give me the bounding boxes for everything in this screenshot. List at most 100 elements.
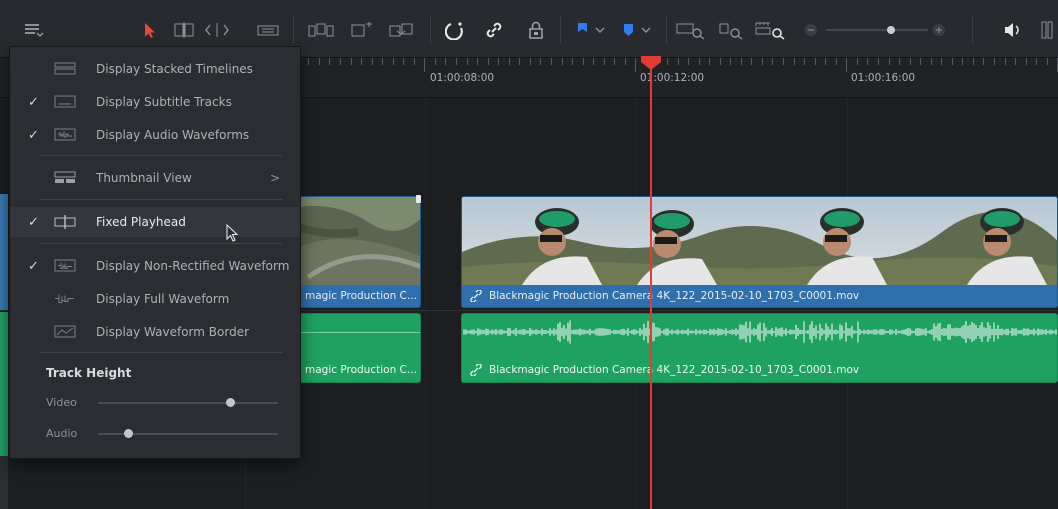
checkmark-icon: ✓	[28, 127, 39, 143]
lock-icon	[529, 21, 543, 39]
video-clip-filename: Blackmagic Production Camera 4K_122_2015…	[489, 290, 860, 302]
toolbar-divider	[972, 16, 973, 44]
ruler-tick	[351, 58, 352, 65]
ruler-tick	[667, 58, 668, 65]
ruler-tick	[593, 58, 594, 65]
video-track-height-slider[interactable]	[98, 397, 278, 409]
trim-edit-mode-button[interactable]	[172, 20, 196, 40]
waveform-border-icon	[54, 325, 76, 338]
audio-clip-main[interactable]: Blackmagic Production Camera 4K_122_2015…	[461, 313, 1058, 383]
audio-waveform	[298, 332, 420, 333]
menu-item-display-waveform-border[interactable]: Display Waveform Border	[10, 317, 300, 347]
audio-meter-button[interactable]	[1040, 20, 1054, 40]
selection-mode-button[interactable]	[140, 20, 158, 40]
full-waveform-icon	[55, 294, 74, 303]
audio-track-height-slider[interactable]	[98, 428, 278, 440]
ruler-tick	[910, 58, 911, 65]
plus-icon	[933, 24, 945, 36]
ruler-tick	[741, 58, 742, 65]
ruler-tick	[424, 58, 425, 72]
ruler-tick	[519, 58, 520, 65]
zoom-in-button[interactable]	[932, 20, 946, 40]
playhead-handle[interactable]	[641, 56, 661, 70]
blade-icon	[257, 25, 279, 36]
clip-end-handle[interactable]	[416, 195, 421, 203]
dynamic-trim-button[interactable]	[204, 20, 230, 40]
ruler-tick	[794, 58, 795, 65]
menu-item-display-stacked-timelines[interactable]: Display Stacked Timelines	[10, 54, 300, 84]
video-clip-left[interactable]: magic Production C...	[297, 196, 421, 308]
menu-separator	[40, 155, 282, 156]
ruler-tick	[678, 58, 679, 65]
trim-icon	[174, 22, 194, 38]
ruler-tick	[962, 58, 963, 65]
snapping-button[interactable]	[445, 20, 465, 40]
full-extent-zoom-button[interactable]	[676, 20, 706, 40]
menu-separator	[40, 243, 282, 244]
menu-item-display-subtitle-tracks[interactable]: ✓ Display Subtitle Tracks	[10, 87, 300, 117]
ruler-tick	[509, 58, 510, 65]
flag-icon	[578, 23, 605, 33]
flag-dropdown[interactable]	[574, 20, 608, 40]
video-clip-main[interactable]: Blackmagic Production Camera 4K_122_2015…	[461, 196, 1058, 308]
ruler-tick	[551, 58, 552, 65]
ruler-tick	[572, 58, 573, 65]
ruler-tick	[772, 58, 773, 65]
empty-track-header	[0, 456, 8, 509]
ruler-tick	[435, 58, 436, 65]
audio-clip-left[interactable]: magic Production C...	[297, 313, 421, 383]
overwrite-clip-icon	[351, 22, 372, 37]
replace-clip-button[interactable]	[388, 20, 414, 40]
ruler-tick	[1036, 58, 1037, 65]
menu-item-display-audio-waveforms[interactable]: ✓ Display Audio Waveforms	[10, 120, 300, 150]
audio-meter-icon	[1041, 21, 1053, 39]
ruler-tick	[467, 58, 468, 65]
audio-height-label: Audio	[46, 427, 78, 440]
slider-knob[interactable]	[124, 429, 133, 438]
ruler-tick	[488, 58, 489, 65]
ruler-tick	[973, 58, 974, 65]
ruler-tick	[308, 58, 309, 65]
ruler-tick	[329, 58, 330, 65]
timecode-label: 01:00:08:00	[430, 72, 495, 84]
ruler-tick	[941, 58, 942, 65]
fixed-playhead-icon	[54, 215, 76, 229]
ruler-tick	[762, 58, 763, 65]
timeline-window: 01:00:08:00 01:00:12:00 01:00:16:00 magi…	[0, 0, 1058, 509]
timeline-view-options-menu: Display Stacked Timelines ✓ Display Subtit…	[9, 46, 301, 459]
ruler-tick	[614, 58, 615, 65]
ruler-tick	[899, 58, 900, 65]
ruler-tick	[393, 58, 394, 65]
blade-edit-button[interactable]	[256, 20, 280, 40]
video-clip-thumbnail	[298, 197, 420, 285]
stacked-timelines-icon	[54, 62, 76, 75]
overwrite-clip-button[interactable]	[350, 20, 374, 40]
audio-volume-button[interactable]	[1002, 20, 1022, 40]
insert-clip-icon	[308, 23, 334, 37]
linked-selection-button[interactable]	[484, 20, 504, 40]
zoom-out-button[interactable]	[804, 20, 818, 40]
ruler-tick	[498, 58, 499, 65]
marker-dropdown[interactable]	[620, 20, 654, 40]
detail-zoom-button[interactable]	[716, 20, 746, 40]
zoom-custom-icon	[755, 22, 785, 40]
menu-item-display-full-waveform[interactable]: Display Full Waveform	[10, 284, 300, 314]
menu-item-thumbnail-view[interactable]: Thumbnail View >	[10, 163, 300, 193]
menu-item-fixed-playhead[interactable]: ✓ Fixed Playhead	[10, 207, 300, 237]
zoom-slider-knob[interactable]	[887, 26, 895, 34]
toolbar-divider	[430, 16, 431, 44]
timeline-view-options-button[interactable]	[22, 20, 46, 40]
custom-zoom-button[interactable]	[754, 20, 788, 40]
menu-item-display-non-rectified-waveform[interactable]: ✓ Display Non-Rectified Waveform	[10, 251, 300, 281]
insert-clip-button[interactable]	[308, 20, 334, 40]
ruler-tick	[477, 58, 478, 65]
audio-clip-filename: Blackmagic Production Camera 4K_122_2015…	[489, 364, 860, 376]
playhead-line[interactable]	[650, 58, 652, 509]
ruler-tick	[920, 58, 921, 65]
ruler-tick	[857, 58, 858, 65]
ruler-tick	[952, 58, 953, 65]
position-lock-button[interactable]	[527, 20, 545, 40]
checkmark-icon: ✓	[28, 94, 39, 110]
slider-knob[interactable]	[226, 398, 235, 407]
zoom-slider[interactable]	[826, 24, 928, 36]
